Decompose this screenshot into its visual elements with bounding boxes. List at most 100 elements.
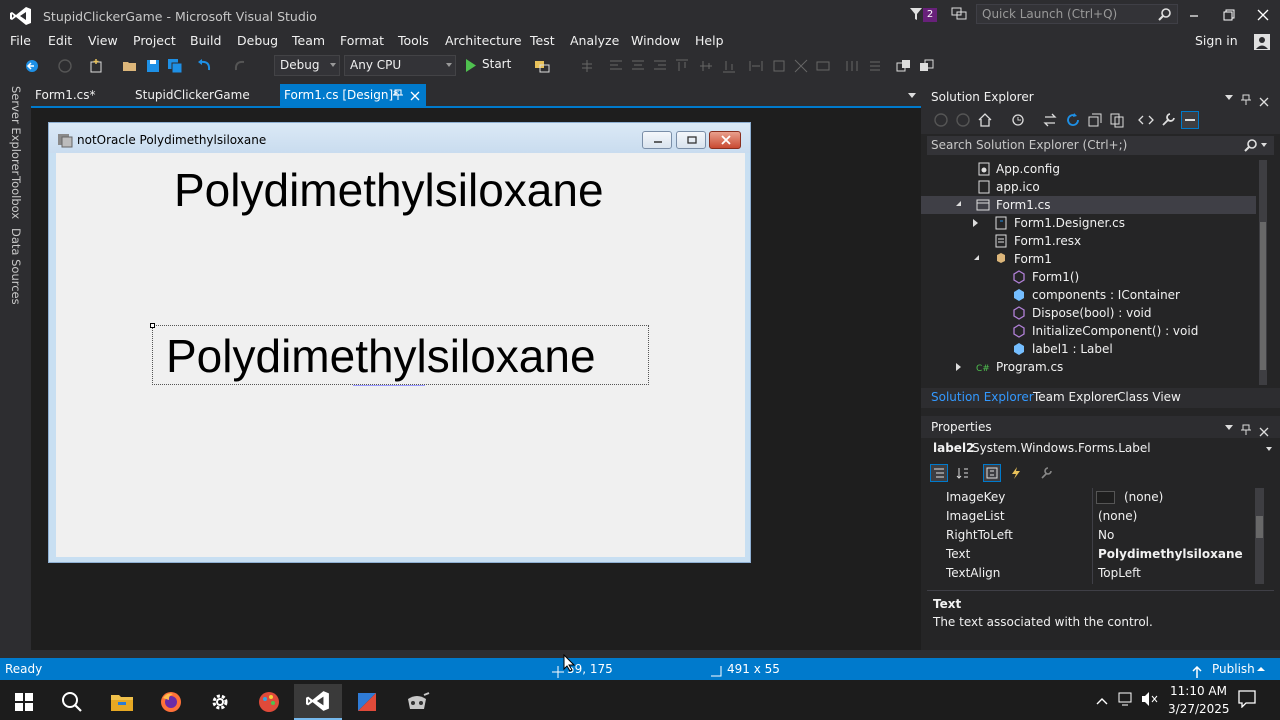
refresh-icon[interactable] xyxy=(1064,111,1082,129)
menu-architecture[interactable]: Architecture xyxy=(445,32,522,52)
menu-help[interactable]: Help xyxy=(695,32,724,52)
solution-tree-scrollbar[interactable] xyxy=(1259,160,1267,385)
label2-selection-box[interactable]: Polydimethylsiloxane xyxy=(150,323,649,386)
account-icon[interactable] xyxy=(1253,33,1271,51)
properties-column-divider[interactable] xyxy=(1092,488,1093,584)
menu-tools[interactable]: Tools xyxy=(398,32,429,52)
solution-configuration-select[interactable]: Debug xyxy=(274,55,340,76)
server-explorer-tab[interactable]: Server Explorer xyxy=(9,86,23,175)
close-button[interactable] xyxy=(1255,7,1271,23)
save-icon[interactable] xyxy=(144,57,162,75)
tab-team-explorer[interactable]: Team Explorer xyxy=(1033,390,1119,404)
notifications-icon[interactable] xyxy=(1238,690,1256,711)
paint-app-icon[interactable] xyxy=(245,684,293,720)
menu-test[interactable]: Test xyxy=(530,32,555,52)
property-row-text[interactable]: Text Polydimethylsiloxane xyxy=(927,545,1252,564)
form-maximize-button[interactable] xyxy=(676,131,706,149)
properties-scroll-thumb[interactable] xyxy=(1256,516,1263,538)
tree-item-form1-cs[interactable]: Form1.cs xyxy=(921,196,1256,214)
blender-app-icon[interactable] xyxy=(343,684,391,720)
toolbox-tab[interactable]: Toolbox xyxy=(9,176,23,219)
tree-item-program-cs[interactable]: C# Program.cs xyxy=(921,358,1256,376)
tree-item-app-ico[interactable]: app.ico xyxy=(921,178,1256,196)
form-client-area[interactable]: Polydimethylsiloxane Polydimethylsiloxan… xyxy=(56,153,745,557)
tree-item-form1-resx[interactable]: Form1.resx xyxy=(921,232,1256,250)
new-project-icon[interactable] xyxy=(87,57,105,75)
tree-item-app-config[interactable]: App.config xyxy=(921,160,1256,178)
redo-icon[interactable] xyxy=(231,57,249,75)
collapsed-arrow-icon[interactable] xyxy=(956,363,961,371)
menu-project[interactable]: Project xyxy=(133,32,176,52)
property-row-textalign[interactable]: TextAlign TopLeft xyxy=(927,564,1252,583)
view-code-icon[interactable] xyxy=(1137,111,1155,129)
back-icon[interactable] xyxy=(932,111,950,129)
properties-object-select[interactable]: label2 System.Windows.Forms.Label xyxy=(927,439,1274,458)
menu-format[interactable]: Format xyxy=(340,32,384,52)
file-explorer-icon[interactable] xyxy=(98,684,146,720)
open-folder-icon[interactable] xyxy=(121,57,139,75)
categorized-icon[interactable] xyxy=(930,464,948,482)
properties-scrollbar[interactable] xyxy=(1255,488,1264,584)
dropdown-icon[interactable] xyxy=(1225,425,1233,430)
bring-to-front-icon[interactable] xyxy=(895,57,913,75)
search-options-dropdown-icon[interactable] xyxy=(1261,143,1267,147)
tab-form1-design[interactable]: Form1.cs [Design]* xyxy=(280,84,426,106)
tree-item-form1-class[interactable]: Form1 xyxy=(921,250,1256,268)
designed-form[interactable]: notOracle Polydimethylsiloxane Polydimet… xyxy=(48,122,751,563)
restore-button[interactable] xyxy=(1221,7,1237,23)
menu-edit[interactable]: Edit xyxy=(48,32,72,52)
properties-view-icon[interactable] xyxy=(983,464,1001,482)
property-pages-icon[interactable] xyxy=(1037,464,1055,482)
solution-tree-scroll-thumb[interactable] xyxy=(1260,222,1266,370)
form-close-button[interactable] xyxy=(709,131,741,149)
tree-item-form1-designer-cs[interactable]: Form1.Designer.cs xyxy=(921,214,1256,232)
property-row-imagekey[interactable]: ImageKey (none) xyxy=(927,488,1252,507)
label1[interactable]: Polydimethylsiloxane xyxy=(174,163,604,217)
label2[interactable]: Polydimethylsiloxane xyxy=(166,329,596,383)
send-to-back-icon[interactable] xyxy=(918,57,936,75)
dropdown-icon[interactable] xyxy=(1225,95,1233,100)
start-button[interactable]: Start xyxy=(462,55,522,76)
undo-icon[interactable] xyxy=(196,57,214,75)
menu-analyze[interactable]: Analyze xyxy=(570,32,619,52)
form-minimize-button[interactable] xyxy=(642,131,672,149)
form-title-bar[interactable]: notOracle Polydimethylsiloxane xyxy=(49,123,750,153)
save-all-icon[interactable] xyxy=(166,57,184,75)
preview-selected-items-icon[interactable] xyxy=(1181,111,1199,129)
solution-explorer-search-input[interactable]: Search Solution Explorer (Ctrl+;) xyxy=(927,136,1274,155)
back-icon[interactable] xyxy=(23,57,41,75)
visual-studio-taskbar-icon[interactable] xyxy=(294,684,342,720)
tree-item-form1-constructor[interactable]: Form1() xyxy=(921,268,1256,286)
collapsed-arrow-icon[interactable] xyxy=(973,219,978,227)
taskbar-date[interactable]: 3/27/2025 xyxy=(1168,702,1230,716)
game-app-icon[interactable] xyxy=(393,684,441,720)
tree-item-dispose[interactable]: Dispose(bool) : void xyxy=(921,304,1256,322)
menu-build[interactable]: Build xyxy=(190,32,221,52)
taskbar-time[interactable]: 11:10 AM xyxy=(1170,684,1227,698)
home-icon[interactable] xyxy=(976,111,994,129)
property-row-imagelist[interactable]: ImageList (none) xyxy=(927,507,1252,526)
collapse-all-icon[interactable] xyxy=(1086,111,1104,129)
menu-window[interactable]: Window xyxy=(631,32,680,52)
tab-form1-cs[interactable]: Form1.cs* xyxy=(31,84,100,106)
tab-solution-explorer[interactable]: Solution Explorer xyxy=(931,390,1034,404)
menu-team[interactable]: Team xyxy=(292,32,325,52)
solution-platform-select[interactable]: Any CPU xyxy=(344,55,456,76)
close-icon[interactable] xyxy=(410,90,420,104)
notification-badge[interactable]: 2 xyxy=(923,8,937,22)
forward-icon[interactable] xyxy=(954,111,972,129)
minimize-button[interactable] xyxy=(1186,8,1202,24)
selection-handle[interactable] xyxy=(150,323,155,328)
filter-icon[interactable] xyxy=(909,7,923,21)
start-menu-windows-icon[interactable] xyxy=(0,684,48,720)
properties-wrench-icon[interactable] xyxy=(1159,111,1177,129)
property-value[interactable]: Polydimethylsiloxane xyxy=(1098,545,1243,564)
firefox-icon[interactable] xyxy=(147,684,195,720)
feedback-icon[interactable] xyxy=(951,7,967,21)
taskbar-search-icon[interactable] xyxy=(48,684,96,720)
sign-in-link[interactable]: Sign in xyxy=(1195,32,1238,52)
menu-debug[interactable]: Debug xyxy=(237,32,278,52)
search-icon[interactable] xyxy=(1244,138,1258,155)
history-icon[interactable] xyxy=(1009,111,1027,129)
sync-icon[interactable] xyxy=(1041,111,1059,129)
